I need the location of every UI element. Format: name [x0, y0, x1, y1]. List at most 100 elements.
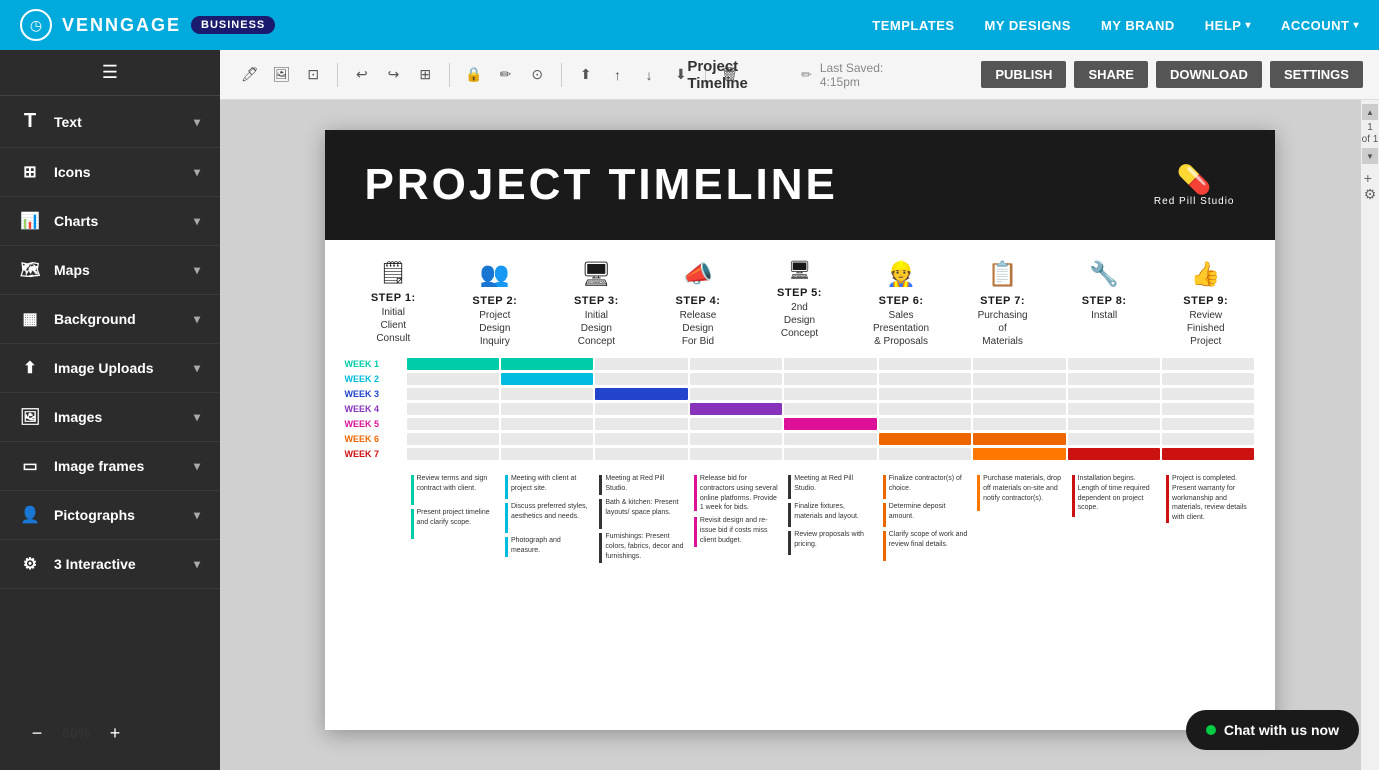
- chat-widget[interactable]: Chat with us now: [1186, 710, 1359, 750]
- maps-icon: 🗺: [20, 260, 40, 280]
- doc-saved-status: Last Saved: 4:15pm: [820, 61, 918, 89]
- step-4-title: ReleaseDesignFor Bid: [680, 309, 717, 348]
- toolbar-undo[interactable]: ↩: [348, 60, 376, 90]
- nav-help[interactable]: HELP: [1205, 18, 1251, 33]
- doc-title-area: Project Timeline ✏ Last Saved: 4:15pm: [687, 58, 917, 92]
- doc-title[interactable]: Project Timeline: [687, 58, 793, 92]
- chevron-down-icon-5: ▾: [194, 312, 200, 326]
- w2-s7: [973, 373, 1065, 385]
- sidebar-label-text: Text: [54, 114, 82, 130]
- sidebar-item-image-frames[interactable]: ▭ Image frames ▾: [0, 442, 220, 491]
- w6-s8: [1068, 433, 1160, 445]
- w4-s9: [1162, 403, 1254, 415]
- canvas-area[interactable]: PROJECT TIMELINE 💊 Red Pill Studio 🗒 STE…: [220, 100, 1379, 770]
- toolbar-crop2[interactable]: ⊞: [411, 60, 439, 90]
- w2-s8: [1068, 373, 1160, 385]
- toolbar-edit[interactable]: ✏: [492, 60, 520, 90]
- chevron-down-icon: ▾: [194, 115, 200, 129]
- settings-button[interactable]: SETTINGS: [1270, 61, 1363, 88]
- scroll-up-button[interactable]: ▲: [1362, 104, 1378, 120]
- step-3-number: STEP 3:: [574, 295, 619, 307]
- toolbar-up2[interactable]: ⬆: [572, 60, 600, 90]
- sidebar-item-text[interactable]: T Text ▾: [0, 96, 220, 148]
- w2-s2: [501, 373, 593, 385]
- note-text-7a: Purchase materials, drop off materials o…: [983, 474, 1063, 511]
- w2-s5: [784, 373, 876, 385]
- scroll-down-button[interactable]: ▼: [1362, 148, 1378, 164]
- step-8-icon: 🔧: [1089, 260, 1119, 289]
- step-8: 🔧 STEP 8: Install: [1055, 260, 1153, 348]
- share-button[interactable]: SHARE: [1074, 61, 1148, 88]
- sidebar-item-icons[interactable]: ⊞ Icons ▾: [0, 148, 220, 197]
- step-1: 🗒 STEP 1: InitialClientConsult: [345, 260, 443, 348]
- sidebar-item-pictographs[interactable]: 👤 Pictographs ▾: [0, 491, 220, 540]
- image-frames-icon: ▭: [20, 456, 40, 476]
- note-text-3a: Meeting at Red Pill Studio.: [605, 474, 685, 495]
- w4-s6: [879, 403, 971, 415]
- w1-s8: [1068, 358, 1160, 370]
- note-col-3: Meeting at Red Pill Studio. Bath & kitch…: [597, 472, 687, 568]
- note-text-2b: Discuss preferred styles, aesthetics and…: [511, 502, 591, 533]
- sidebar-item-background[interactable]: ▦ Background ▾: [0, 295, 220, 344]
- w4-s7: [973, 403, 1065, 415]
- step-7-icon: 📋: [988, 260, 1018, 289]
- sidebar-label-charts: Charts: [54, 213, 98, 229]
- download-button[interactable]: DOWNLOAD: [1156, 61, 1262, 88]
- nav-templates[interactable]: TEMPLATES: [872, 18, 954, 33]
- toolbar-up[interactable]: ↑: [604, 60, 632, 90]
- doc-title-edit-icon[interactable]: ✏: [801, 67, 812, 83]
- gear-icon[interactable]: ⚙: [1364, 186, 1377, 203]
- nav-my-brand[interactable]: MY BRAND: [1101, 18, 1175, 33]
- sidebar-item-image-uploads[interactable]: ⬆ Image Uploads ▾: [0, 344, 220, 393]
- interactive-icon: ⚙: [20, 554, 40, 574]
- toolbar-down[interactable]: ↓: [635, 60, 663, 90]
- zoom-in-button[interactable]: +: [98, 716, 132, 750]
- zoom-plus-icon[interactable]: +: [1364, 170, 1377, 186]
- week-6-label: WEEK 6: [345, 433, 405, 445]
- step-2-icon: 👥: [480, 260, 510, 289]
- step-4-icon: 📣: [683, 260, 713, 289]
- sidebar-item-images[interactable]: 🖼 Images ▾: [0, 393, 220, 442]
- right-scrollbar[interactable]: ▲ 1 of 1 ▼ + ⚙: [1361, 100, 1379, 770]
- toolbar-icon-design[interactable]: 🖊: [236, 60, 264, 90]
- toolbar-copy[interactable]: ⊙: [523, 60, 551, 90]
- step-2-number: STEP 2:: [472, 295, 517, 307]
- toolbar-icon-crop[interactable]: ⊡: [299, 60, 327, 90]
- w7-s3: [595, 448, 687, 460]
- canvas-title: PROJECT TIMELINE: [365, 160, 838, 210]
- toolbar-lock[interactable]: 🔒: [460, 60, 488, 90]
- note-text-8a: Installation begins. Length of time requ…: [1078, 474, 1158, 517]
- sidebar-item-interactive[interactable]: ⚙ 3 Interactive ▾: [0, 540, 220, 589]
- sidebar-label-maps: Maps: [54, 262, 90, 278]
- note-bar-3a: [599, 475, 602, 495]
- publish-button[interactable]: PUBLISH: [981, 61, 1066, 88]
- sidebar-item-charts[interactable]: 📊 Charts ▾: [0, 197, 220, 246]
- toolbar-icon-image[interactable]: 🖼: [268, 60, 296, 90]
- w5-s1: [407, 418, 499, 430]
- sidebar: ☰ T Text ▾ ⊞ Icons ▾ 📊 Charts ▾ 🗺 Maps ▾…: [0, 50, 220, 770]
- week-1-row: WEEK 1: [345, 358, 1255, 370]
- week-7-row: WEEK 7: [345, 448, 1255, 460]
- toolbar-redo[interactable]: ↪: [380, 60, 408, 90]
- note-bar-5c: [788, 531, 791, 555]
- toolbar-divider-3: [561, 63, 562, 87]
- nav-my-designs[interactable]: MY DESIGNS: [985, 18, 1071, 33]
- note-col-1: Review terms and sign contract with clie…: [409, 472, 499, 568]
- note-bar-8a: [1072, 475, 1075, 517]
- chevron-down-icon-10: ▾: [194, 557, 200, 571]
- note-bar-5b: [788, 503, 791, 527]
- toolbar-divider-2: [449, 63, 450, 87]
- zoom-out-button[interactable]: −: [20, 716, 54, 750]
- sidebar-hamburger[interactable]: ☰: [0, 50, 220, 96]
- note-bar-5a: [788, 475, 791, 499]
- toolbar: 🖊 🖼 ⊡ ↩ ↪ ⊞ 🔒 ✏ ⊙ ⬆ ↑ ↓ ⬇ 🗑 Project Time…: [220, 50, 1379, 100]
- sidebar-item-maps[interactable]: 🗺 Maps ▾: [0, 246, 220, 295]
- w6-s5: [784, 433, 876, 445]
- w6-s7: [973, 433, 1065, 445]
- nav-account[interactable]: ACCOUNT: [1281, 18, 1359, 33]
- w7-s2: [501, 448, 593, 460]
- week-5-label: WEEK 5: [345, 418, 405, 430]
- w7-s1: [407, 448, 499, 460]
- logo-text: VENNGAGE: [62, 15, 181, 36]
- week-6-row: WEEK 6: [345, 433, 1255, 445]
